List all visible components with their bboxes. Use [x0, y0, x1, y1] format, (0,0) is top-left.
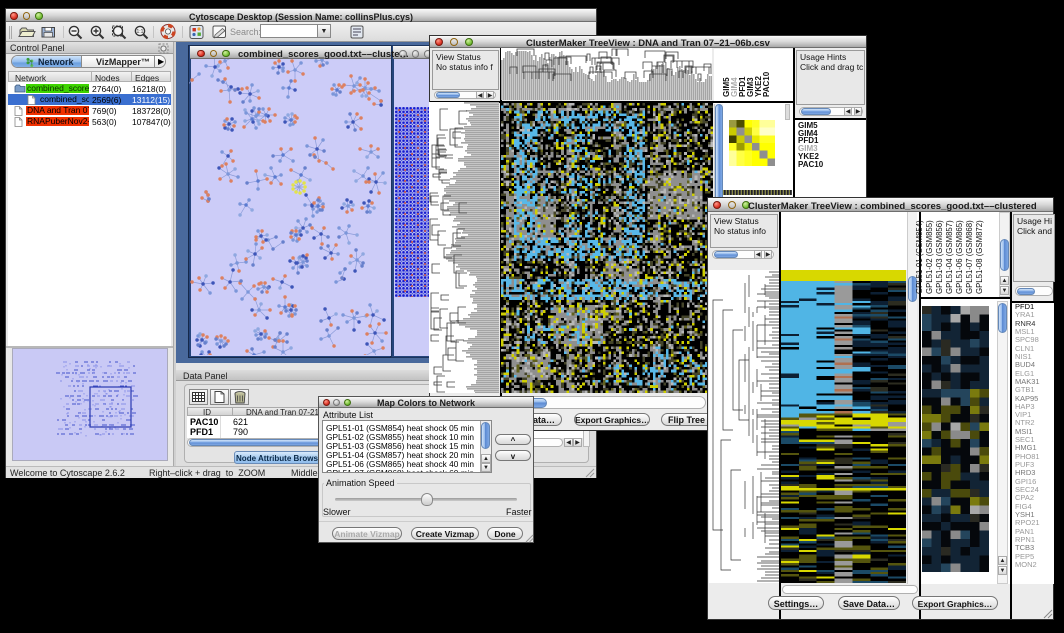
svg-text:1:1: 1:1 — [137, 29, 144, 35]
